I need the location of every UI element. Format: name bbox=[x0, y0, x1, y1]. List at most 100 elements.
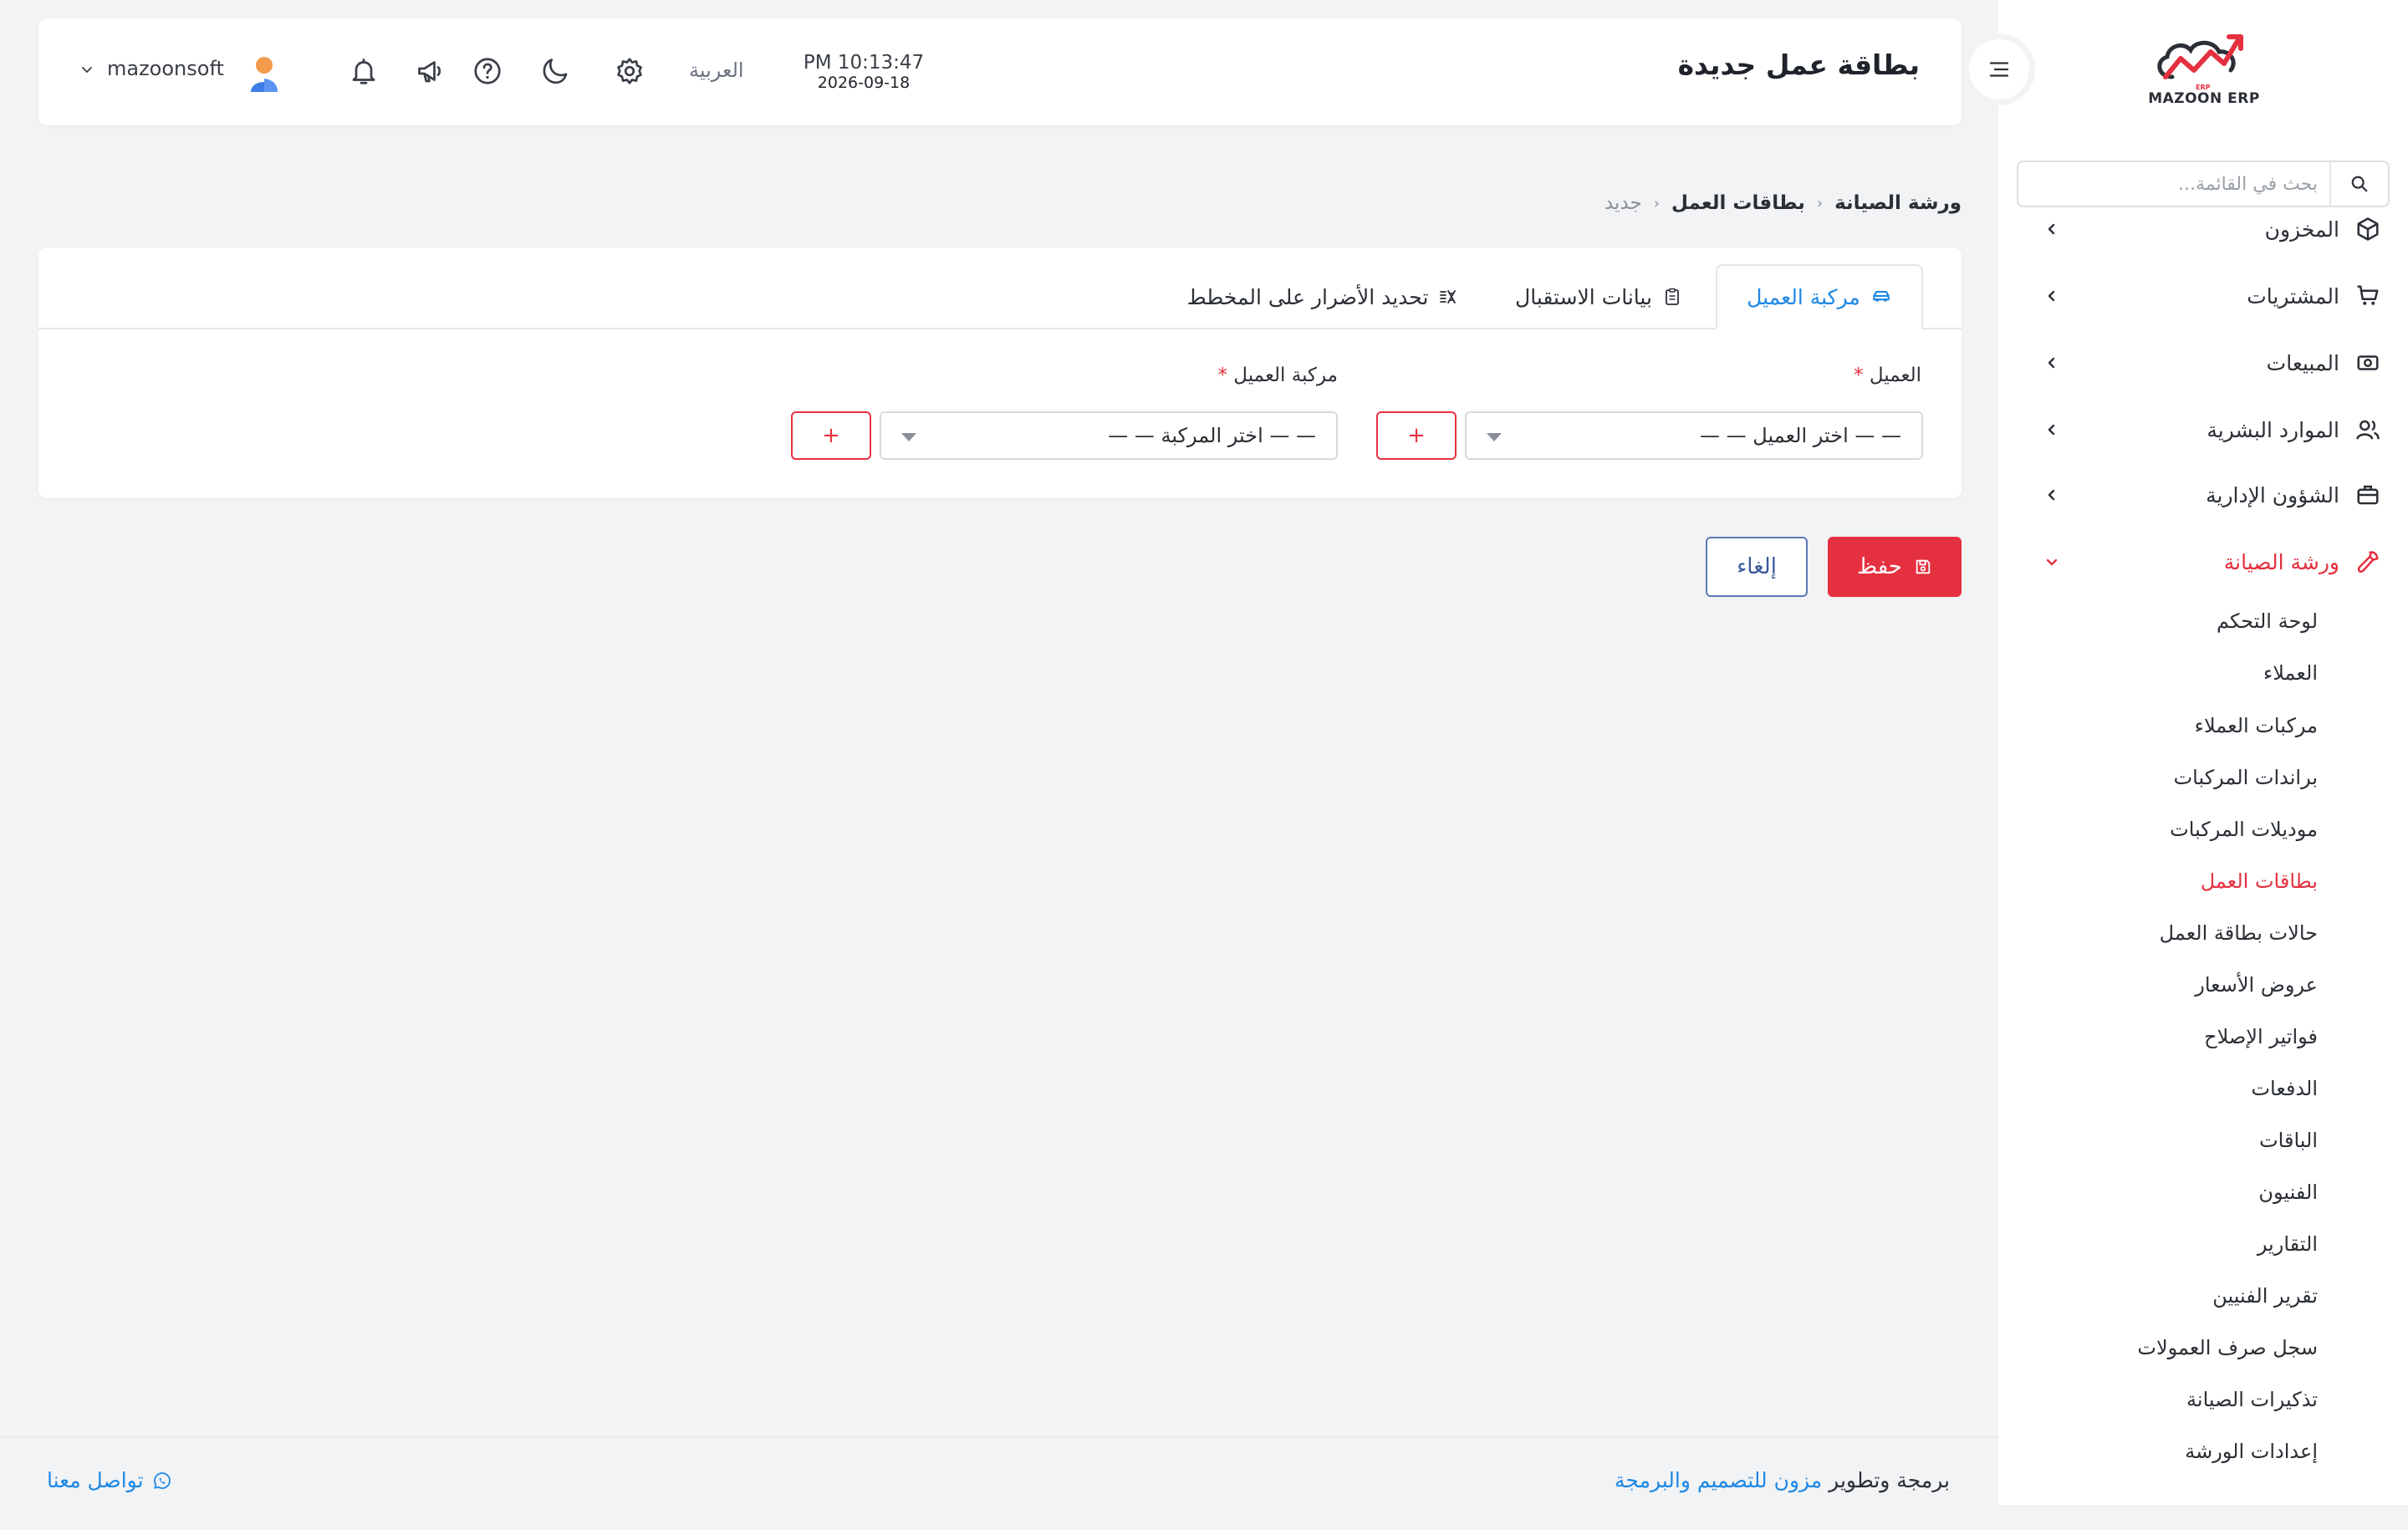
clock-date: 2026-09-18 bbox=[817, 74, 911, 92]
save-icon bbox=[1916, 559, 1931, 574]
avatar[interactable] bbox=[244, 54, 284, 94]
sidebar-subitem-repair-invoices[interactable]: فواتير الإصلاح bbox=[2090, 1016, 2318, 1058]
vehicle-label: مركبة العميل * bbox=[1217, 365, 1338, 386]
bell-icon bbox=[352, 59, 375, 84]
sidebar-subitem-vehicle-brands[interactable]: براندات المركبات bbox=[2090, 757, 2318, 798]
users-icon bbox=[2351, 413, 2385, 446]
car-icon bbox=[1873, 290, 1890, 302]
chevron-left-icon bbox=[2035, 413, 2069, 446]
sidebar-item-workshop[interactable]: ورشة الصيانة bbox=[2023, 537, 2391, 587]
sidebar-subitem-commission-log[interactable]: سجل صرف العمولات bbox=[2090, 1327, 2318, 1369]
sidebar-subitem-customers[interactable]: العملاء bbox=[2090, 652, 2318, 694]
sidebar-item-purchases[interactable]: المشتريات bbox=[2023, 271, 2391, 321]
vehicle-select-value: — — اختر المركبة — — bbox=[1108, 424, 1316, 447]
cart-icon bbox=[2351, 279, 2385, 313]
breadcrumb-link-job-cards[interactable]: بطاقات العمل bbox=[1671, 192, 1805, 214]
search-icon bbox=[2351, 176, 2368, 192]
clipboard-icon bbox=[1666, 288, 1679, 305]
sidebar-item-label: ورشة الصيانة bbox=[2223, 549, 2339, 574]
tab-label: مركبة العميل bbox=[1747, 284, 1860, 309]
help-button[interactable] bbox=[468, 52, 507, 90]
sidebar-search-input[interactable] bbox=[2020, 162, 2338, 206]
sidebar-search-button[interactable] bbox=[2329, 162, 2388, 206]
sidebar-item-label: المشتريات bbox=[2247, 283, 2339, 309]
save-button[interactable]: حفظ bbox=[1828, 537, 1962, 597]
add-vehicle-button[interactable]: + bbox=[791, 411, 871, 460]
breadcrumb-current: جديد bbox=[1604, 192, 1642, 214]
box-icon bbox=[2351, 212, 2385, 246]
sidebar-item-hr[interactable]: الموارد البشرية bbox=[2023, 405, 2391, 455]
sidebar-subitem-job-cards[interactable]: بطاقات العمل bbox=[2090, 860, 2318, 902]
cancel-button[interactable]: إلغاء bbox=[1706, 537, 1808, 597]
tab-customer-vehicle[interactable]: مركبة العميل bbox=[1716, 264, 1923, 329]
sidebar-item-label: الموارد البشرية bbox=[2206, 417, 2339, 442]
sidebar-subitem-payments[interactable]: الدفعات bbox=[2090, 1068, 2318, 1109]
footer-brand-link[interactable]: مزون للتصميم والبرمجة bbox=[1615, 1468, 1822, 1492]
required-mark: * bbox=[1217, 365, 1227, 386]
chevron-left-icon: ‹ bbox=[1816, 194, 1824, 212]
app-logo[interactable]: ERP MAZOON ERP bbox=[2147, 33, 2261, 109]
dark-mode-button[interactable] bbox=[537, 52, 575, 90]
sidebar-item-inventory[interactable]: المخزون bbox=[2023, 204, 2391, 254]
contact-us-link[interactable]: تواصل معنا bbox=[47, 1468, 172, 1492]
customer-label: العميل * bbox=[1854, 365, 1921, 386]
clock-time: PM 10:13:47 bbox=[803, 52, 925, 74]
chevron-left-icon: ‹ bbox=[1653, 194, 1660, 212]
tab-reception-data[interactable]: بيانات الاستقبال bbox=[1495, 264, 1702, 329]
sidebar-subitem-reports[interactable]: التقارير bbox=[2090, 1223, 2318, 1265]
clock: PM 10:13:47 2026-09-18 bbox=[793, 52, 935, 92]
customer-select-value: — — اختر العميل — — bbox=[1700, 424, 1901, 447]
breadcrumb-link-workshop[interactable]: ورشة الصيانة bbox=[1834, 192, 1962, 214]
sidebar-search bbox=[2017, 161, 2390, 207]
wrench-icon bbox=[2351, 545, 2385, 579]
footer-credit-prefix: برمجة وتطوير bbox=[1829, 1468, 1950, 1492]
sidebar-subitem-technicians[interactable]: الفنيون bbox=[2090, 1171, 2318, 1213]
help-icon bbox=[474, 58, 501, 84]
sidebar-subitem-workshop-settings[interactable]: إعدادات الورشة bbox=[2090, 1431, 2318, 1472]
chevron-left-icon bbox=[2035, 346, 2069, 380]
sidebar-subitem-dashboard[interactable]: لوحة التحكم bbox=[2090, 600, 2318, 642]
sidebar-subitem-technicians-report[interactable]: تقرير الفنيين bbox=[2090, 1275, 2318, 1317]
sidebar-item-admin[interactable]: الشؤون الإدارية bbox=[2023, 470, 2391, 520]
chevron-down-icon bbox=[2035, 545, 2069, 579]
whatsapp-icon bbox=[153, 1471, 171, 1489]
language-switch[interactable]: العربية bbox=[689, 59, 744, 82]
vehicle-select[interactable]: — — اختر المركبة — — bbox=[880, 411, 1338, 460]
cash-icon bbox=[2351, 346, 2385, 380]
customer-select[interactable]: — — اختر العميل — — bbox=[1465, 411, 1923, 460]
contact-us-label: تواصل معنا bbox=[47, 1468, 144, 1492]
add-customer-button[interactable]: + bbox=[1376, 411, 1457, 460]
chevron-left-icon bbox=[2035, 212, 2069, 246]
announcements-button[interactable] bbox=[411, 52, 450, 90]
moon-icon bbox=[543, 59, 568, 84]
footer-credit: برمجة وتطوير مزون للتصميم والبرمجة bbox=[1615, 1468, 1950, 1492]
sidebar-subitem-packages[interactable]: الباقات bbox=[2090, 1119, 2318, 1161]
sidebar-item-label: المبيعات bbox=[2266, 350, 2339, 375]
megaphone-icon bbox=[418, 61, 441, 83]
notifications-button[interactable] bbox=[344, 52, 383, 90]
sidebar-subitem-job-card-statuses[interactable]: حالات بطاقة العمل bbox=[2090, 912, 2318, 954]
sidebar-item-label: المخزون bbox=[2264, 217, 2339, 242]
sidebar-subitem-customer-vehicles[interactable]: مركبات العملاء bbox=[2090, 705, 2318, 747]
vehicle-label-text: مركبة العميل bbox=[1233, 365, 1338, 386]
caret-down-icon bbox=[901, 433, 916, 441]
required-mark: * bbox=[1854, 365, 1864, 386]
sidebar-item-sales[interactable]: المبيعات bbox=[2023, 338, 2391, 388]
customer-label-text: العميل bbox=[1869, 365, 1921, 386]
tab-label: تحديد الأضرار على المخطط bbox=[1186, 284, 1429, 309]
tab-damage-diagram[interactable]: تحديد الأضرار على المخطط bbox=[1159, 264, 1487, 329]
chevron-down-icon[interactable] bbox=[79, 62, 95, 79]
top-bar: بطاقة عمل جديدة PM 10:13:47 2026-09-18 ا… bbox=[38, 18, 1962, 125]
chevron-left-icon bbox=[2035, 478, 2069, 512]
sidebar-subitem-quotations[interactable]: عروض الأسعار bbox=[2090, 964, 2318, 1006]
user-name[interactable]: mazoonsoft bbox=[107, 57, 224, 80]
sidebar-toggle-button[interactable] bbox=[1963, 33, 2035, 105]
job-card-form: مركبة العميل بيانات الاستقبال تحديد الأض… bbox=[38, 247, 1962, 498]
footer-divider bbox=[0, 1436, 1998, 1438]
sidebar-subitem-maintenance-reminders[interactable]: تذكيرات الصيانة bbox=[2090, 1379, 2318, 1420]
settings-button[interactable] bbox=[610, 52, 649, 90]
breadcrumb: ورشة الصيانة ‹ بطاقات العمل ‹ جديد bbox=[1604, 192, 1962, 214]
car-damage-icon bbox=[1440, 290, 1457, 303]
chevron-left-icon bbox=[2035, 279, 2069, 313]
sidebar-subitem-vehicle-models[interactable]: موديلات المركبات bbox=[2090, 808, 2318, 850]
